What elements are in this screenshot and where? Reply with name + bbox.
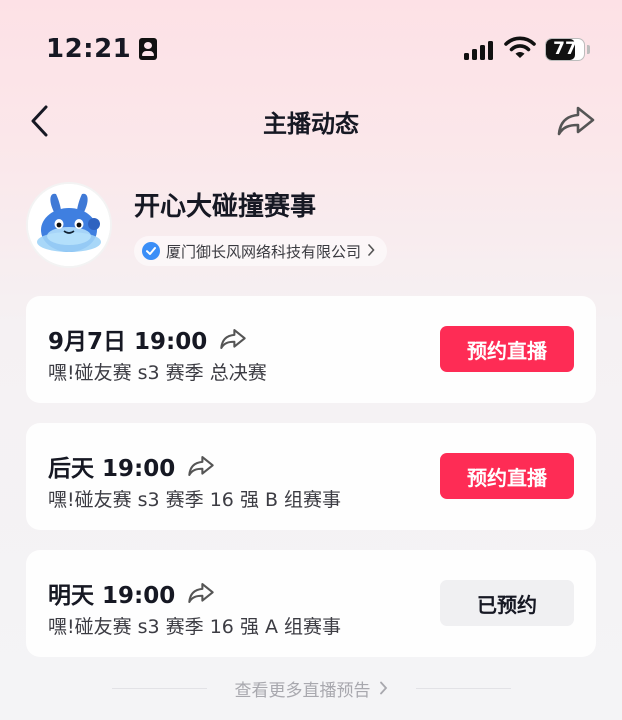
more-previews-link[interactable]: 查看更多直播预告 <box>235 676 388 701</box>
booked-button[interactable]: 已预约 <box>440 580 574 626</box>
status-time-text: 12:21 <box>46 34 132 64</box>
share-icon[interactable] <box>187 582 215 604</box>
signal-icon <box>464 40 493 60</box>
event-card[interactable]: 后天 19:00 嘿!碰友赛 s3 赛季 16 强 B 组赛事 预约直播 <box>26 423 596 530</box>
divider-right <box>415 687 511 689</box>
wifi-icon <box>504 36 536 58</box>
event-time: 后天 19:00 <box>48 449 215 483</box>
chevron-right-icon <box>367 242 375 260</box>
event-time-text: 9月7日 19:00 <box>48 329 208 355</box>
share-icon[interactable] <box>219 328 247 350</box>
anchor-profile: 开心大碰撞赛事 厦门御长风网络科技有限公司 <box>26 180 606 272</box>
event-time: 明天 19:00 <box>48 576 215 610</box>
battery-cap <box>587 45 590 54</box>
event-card[interactable]: 明天 19:00 嘿!碰友赛 s3 赛季 16 强 A 组赛事 已预约 <box>26 550 596 657</box>
event-card[interactable]: 9月7日 19:00 嘿!碰友赛 s3 赛季 总决赛 预约直播 <box>26 296 596 403</box>
company-name: 厦门御长风网络科技有限公司 <box>166 242 362 261</box>
battery-icon: 77 <box>545 38 585 61</box>
event-time-text: 明天 19:00 <box>48 583 176 609</box>
verified-check-icon <box>142 242 160 260</box>
event-time-text: 后天 19:00 <box>48 456 176 482</box>
status-bar: 12:21 77 <box>0 0 622 100</box>
book-live-button[interactable]: 预约直播 <box>440 326 574 372</box>
page-title: 主播动态 <box>263 110 359 138</box>
event-title: 嘿!碰友赛 s3 赛季 16 强 B 组赛事 <box>48 489 342 511</box>
share-button[interactable] <box>554 102 598 140</box>
nav-bar: 主播动态 <box>0 98 622 144</box>
book-live-button[interactable]: 预约直播 <box>440 453 574 499</box>
event-title: 嘿!碰友赛 s3 赛季 16 强 A 组赛事 <box>48 616 342 638</box>
more-previews-label: 查看更多直播预告 <box>234 680 371 701</box>
share-icon <box>557 106 595 136</box>
more-previews: 查看更多直播预告 <box>0 676 622 701</box>
divider-left <box>111 687 207 689</box>
event-title: 嘿!碰友赛 s3 赛季 总决赛 <box>48 362 267 384</box>
anchor-name: 开心大碰撞赛事 <box>134 192 317 222</box>
chevron-right-icon <box>379 681 387 695</box>
event-time: 9月7日 19:00 <box>48 322 247 356</box>
status-time: 12:21 <box>46 34 158 64</box>
verified-company-link[interactable]: 厦门御长风网络科技有限公司 <box>134 236 388 266</box>
share-icon[interactable] <box>187 455 215 477</box>
battery-level: 77 <box>553 39 577 59</box>
contact-card-icon <box>139 38 158 60</box>
mascot-avatar-image <box>28 184 110 266</box>
avatar[interactable] <box>26 182 112 268</box>
